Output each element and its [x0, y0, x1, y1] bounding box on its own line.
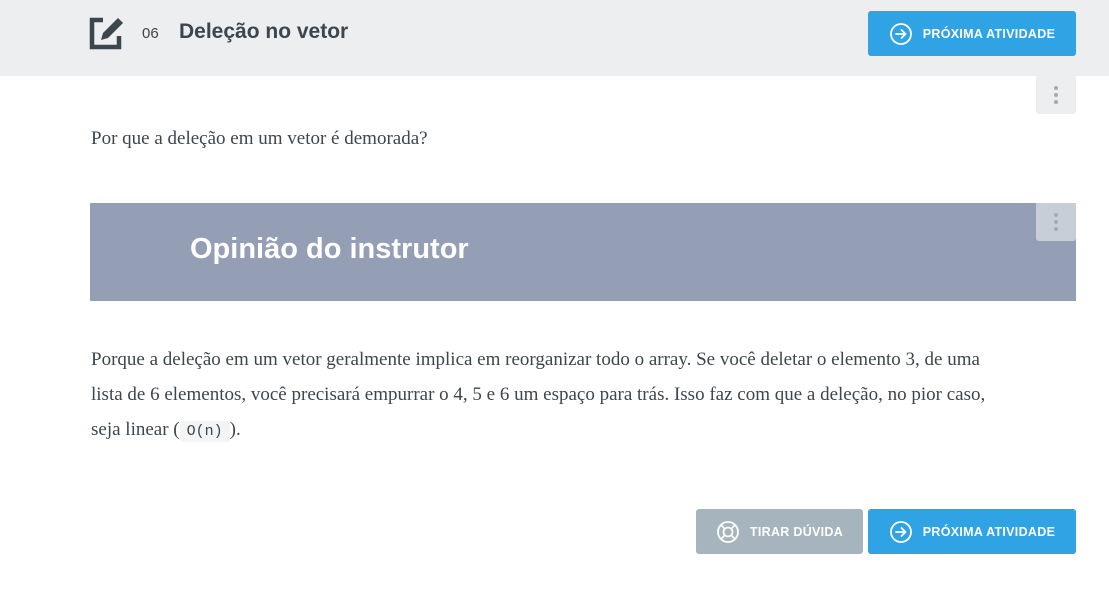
instructor-answer: Porque a deleção em um vetor geralmente … [91, 342, 991, 449]
instructor-menu-button[interactable] [1036, 203, 1076, 241]
next-activity-button[interactable]: PRÓXIMA ATIVIDADE [868, 11, 1076, 56]
dot [1054, 227, 1058, 231]
task-number: 06 [142, 25, 159, 42]
arrow-right-circle-icon [889, 22, 912, 45]
top-bar: 06 Deleção no vetor PRÓXIMA ATIVIDADE [0, 0, 1109, 76]
edit-task-icon [89, 17, 123, 50]
big-o-code: O(n) [179, 421, 230, 442]
next-activity-label: PRÓXIMA ATIVIDADE [922, 524, 1056, 539]
dot [1054, 100, 1058, 104]
next-activity-button-bottom[interactable]: PRÓXIMA ATIVIDADE [868, 509, 1076, 554]
ask-question-button[interactable]: TIRAR DÚVIDA [696, 509, 863, 554]
answer-text-end: ). [229, 419, 241, 440]
task-title: Deleção no vetor [179, 20, 349, 43]
ask-question-label: TIRAR DÚVIDA [749, 524, 844, 539]
arrow-right-circle-icon [889, 520, 912, 543]
next-activity-label: PRÓXIMA ATIVIDADE [922, 26, 1056, 41]
section-menu-button[interactable] [1036, 76, 1076, 114]
lifebuoy-icon [717, 520, 739, 543]
instructor-opinion-title: Opinião do instrutor [190, 233, 469, 265]
dot [1054, 220, 1058, 224]
question-text: Por que a deleção em um vetor é demorada… [91, 128, 428, 149]
instructor-opinion-banner: Opinião do instrutor [90, 203, 1076, 301]
dot [1054, 93, 1058, 97]
dot [1054, 213, 1058, 217]
dot [1054, 86, 1058, 90]
